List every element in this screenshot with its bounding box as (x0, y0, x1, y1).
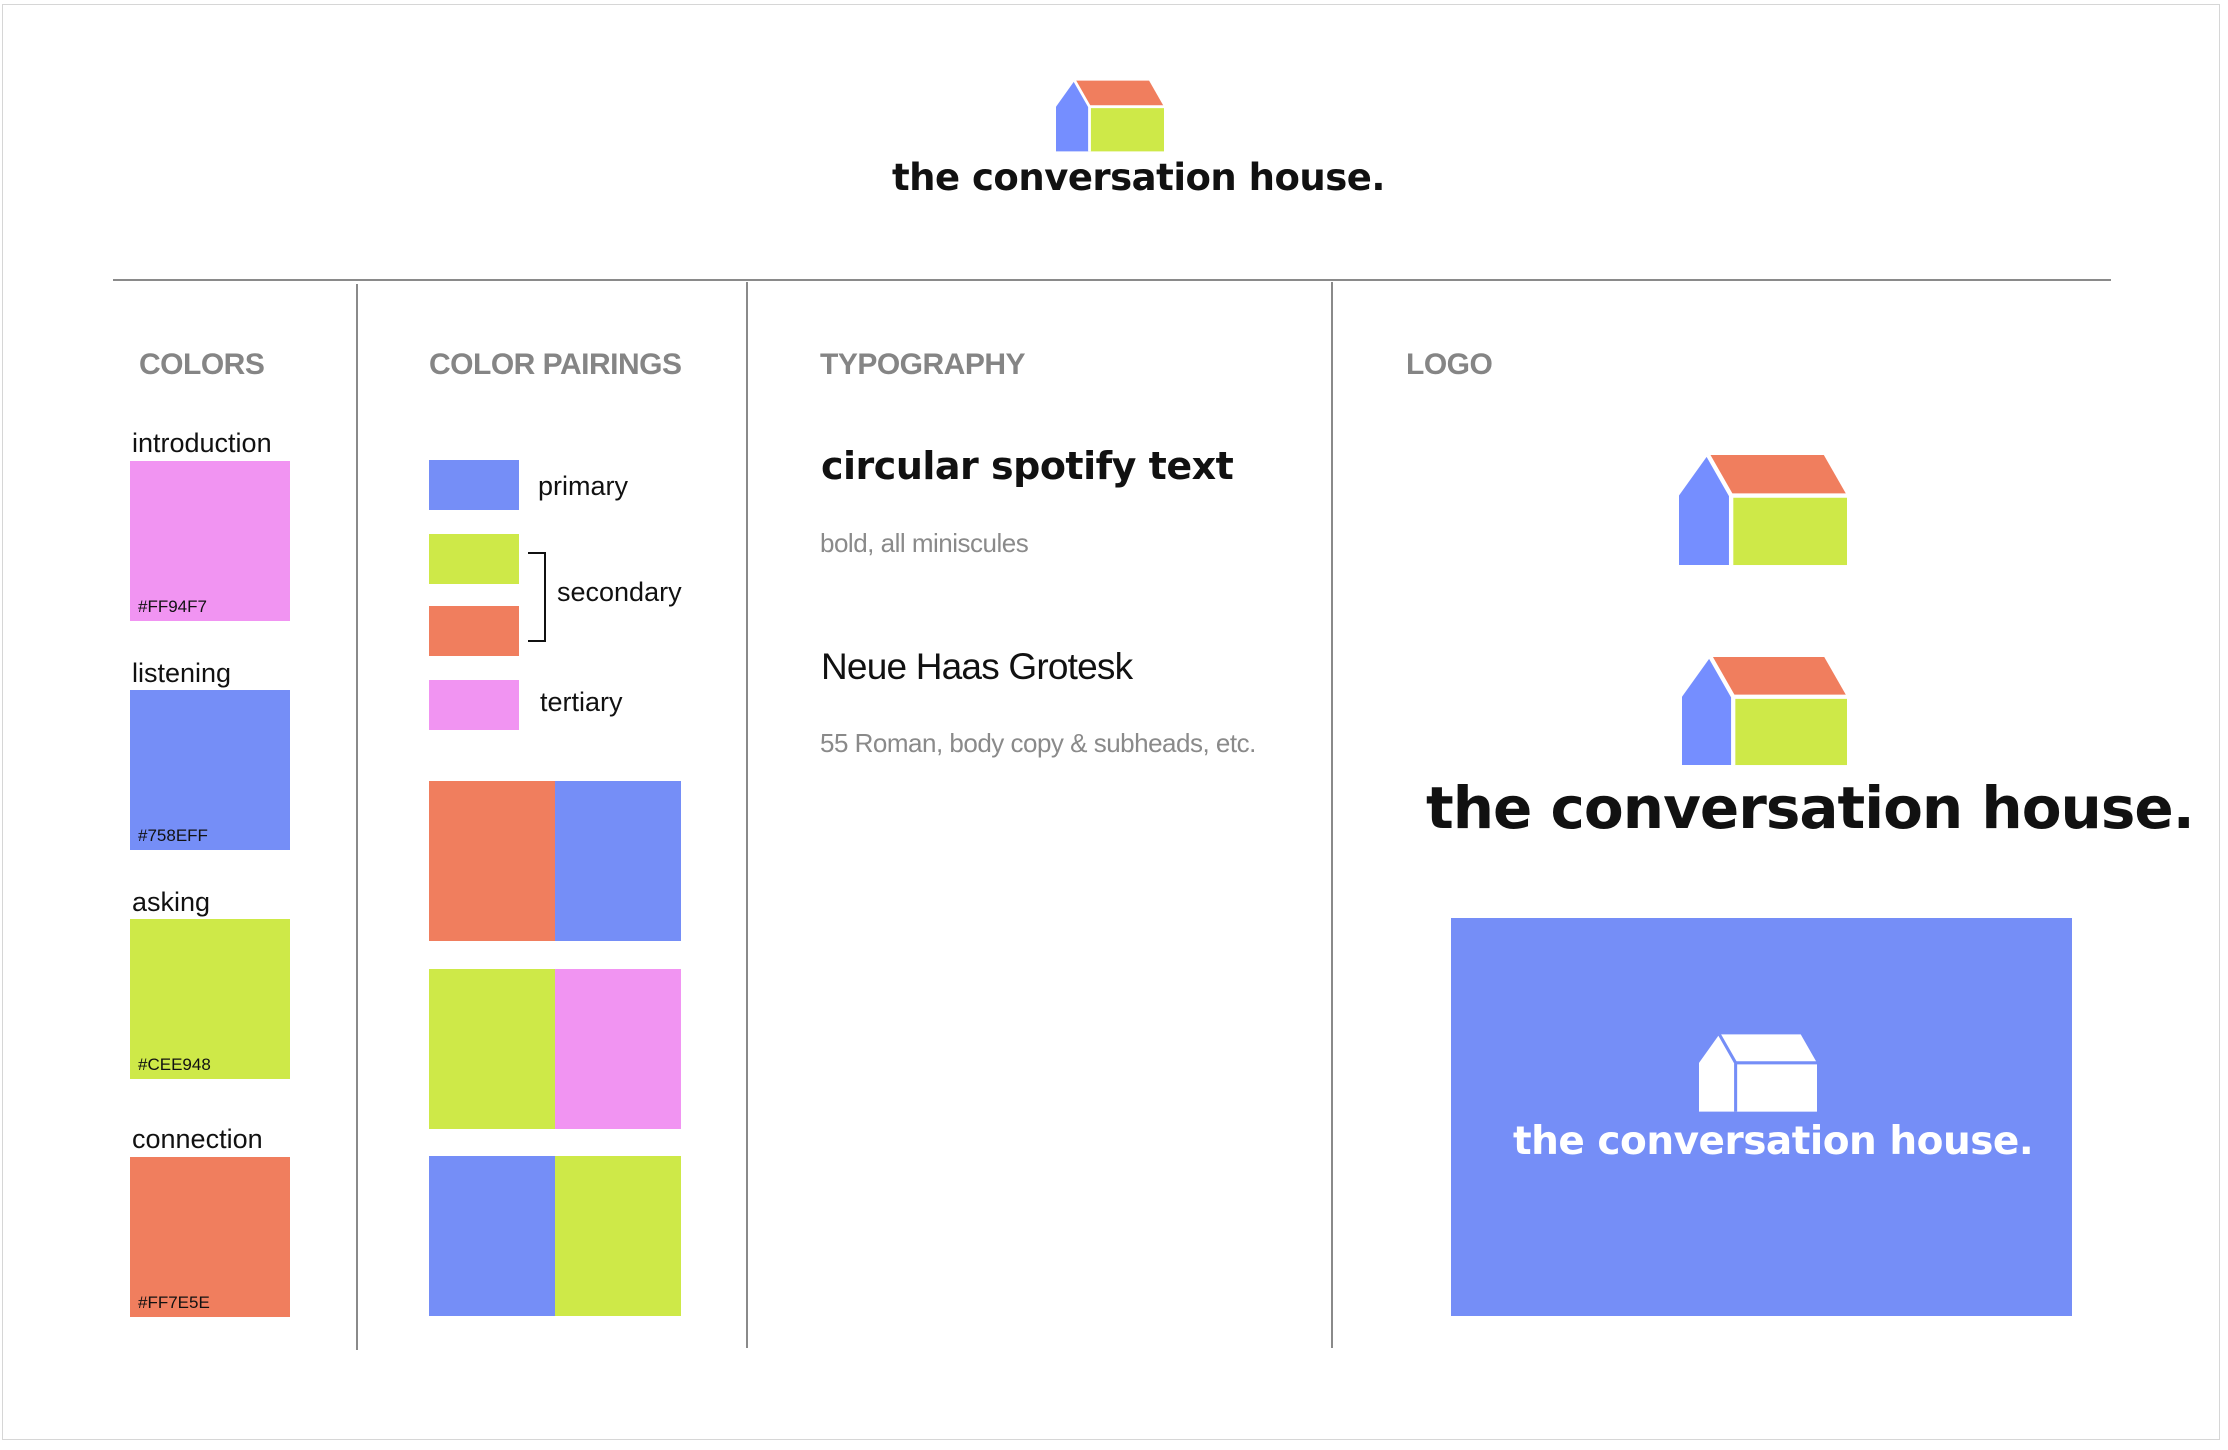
swatch-label-listening: listening (132, 658, 232, 688)
swatch-connection: #FF7E5E (130, 1157, 290, 1317)
pairings-heading: COLOR PAIRINGS (429, 348, 682, 381)
pairing-2-pink (555, 969, 681, 1129)
swatch-asking: #CEE948 (130, 919, 290, 1079)
column-divider-3 (1331, 282, 1333, 1348)
swatch-hex: #758EFF (138, 826, 208, 845)
header-brand-name: the conversation house. (892, 156, 1385, 199)
house-logo-icon (1679, 454, 1847, 566)
font-note-circular: bold, all miniscules (820, 528, 1029, 558)
house-logo-icon (1699, 1034, 1817, 1112)
house-logo-icon (1682, 656, 1847, 766)
logo-reversed-brand-name: the conversation house. (1513, 1119, 2034, 1164)
font-sample-neue-haas: Neue Haas Grotesk (821, 646, 1133, 687)
pairing-3-blue (429, 1156, 555, 1316)
swatch-hex: #FF7E5E (138, 1293, 210, 1312)
legend-secondary-swatch-green (429, 534, 519, 584)
legend-tertiary-swatch (429, 680, 519, 730)
house-logo-icon (1056, 80, 1164, 152)
logo-lockup-brand-name: the conversation house. (1426, 774, 2195, 842)
legend-tertiary-label: tertiary (540, 687, 623, 717)
pairing-1-blue (555, 781, 681, 941)
swatch-label-introduction: introduction (132, 428, 272, 458)
legend-secondary-label: secondary (557, 577, 682, 607)
legend-primary-label: primary (538, 471, 629, 501)
logo-reversed-panel: the conversation house. (1451, 918, 2072, 1316)
swatch-introduction: #FF94F7 (130, 461, 290, 621)
swatch-label-asking: asking (132, 887, 211, 917)
swatch-listening: #758EFF (130, 690, 290, 850)
legend-primary-swatch (429, 460, 519, 510)
logo-heading: LOGO (1406, 348, 1493, 381)
swatch-hex: #CEE948 (138, 1055, 211, 1074)
swatch-hex: #FF94F7 (138, 597, 207, 616)
pairing-3-green (555, 1156, 681, 1316)
swatch-label-connection: connection (132, 1124, 263, 1154)
pairing-2-green (429, 969, 555, 1129)
header-divider (113, 279, 2111, 281)
secondary-bracket (528, 552, 546, 642)
font-sample-circular: circular spotify text (821, 444, 1234, 488)
legend-secondary-swatch-orange (429, 606, 519, 656)
column-divider-1 (356, 284, 358, 1350)
column-divider-2 (746, 282, 748, 1348)
font-note-neue-haas: 55 Roman, body copy & subheads, etc. (820, 728, 1256, 758)
colors-heading: COLORS (139, 348, 265, 381)
pairing-1-orange (429, 781, 555, 941)
typography-heading: TYPOGRAPHY (820, 348, 1026, 381)
